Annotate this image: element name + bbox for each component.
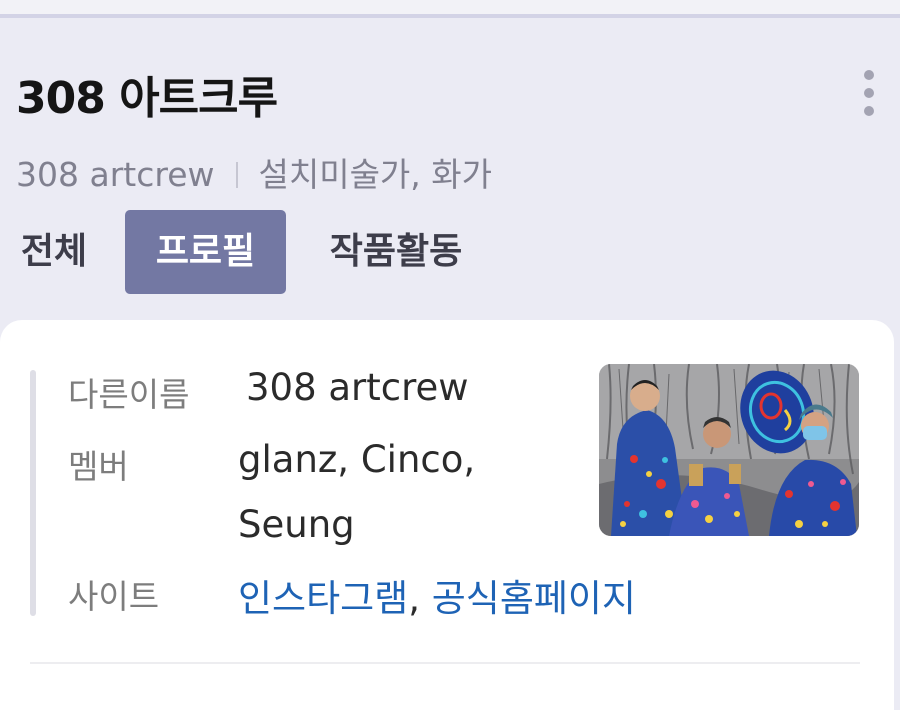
members-label: 멤버 — [68, 447, 129, 486]
members-value-line1: glanz, Cinco, — [238, 438, 476, 481]
members-value-line2: Seung — [238, 503, 355, 546]
page-title: 308 아트크루 — [16, 73, 278, 124]
subtitle-role: 설치미술가, 화가 — [258, 155, 492, 194]
subtitle: 308 artcrew 설치미술가, 화가 — [16, 148, 492, 196]
subtitle-separator — [236, 162, 239, 188]
info-side-bar — [30, 370, 36, 616]
top-divider — [0, 14, 900, 18]
top-edge — [0, 0, 900, 14]
subtitle-name: 308 artcrew — [16, 155, 215, 194]
link-separator: , — [408, 577, 420, 620]
tab-all[interactable]: 전체 — [10, 210, 98, 294]
site-label: 사이트 — [68, 577, 160, 616]
section-divider — [30, 662, 860, 664]
homepage-link[interactable]: 공식홈페이지 — [432, 577, 636, 620]
group-photo-illustration — [599, 364, 859, 536]
alias-value: 308 artcrew — [246, 366, 469, 409]
tab-profile[interactable]: 프로필 — [125, 210, 286, 294]
group-photo[interactable] — [599, 364, 859, 536]
alias-label: 다른이름 — [68, 375, 190, 414]
tab-bar: 전체 프로필 작품활동 — [0, 210, 900, 294]
site-links: 인스타그램, 공식홈페이지 — [238, 568, 636, 622]
tab-works[interactable]: 작품활동 — [314, 210, 478, 294]
instagram-link[interactable]: 인스타그램 — [238, 577, 408, 620]
more-vertical-icon[interactable] — [848, 64, 888, 124]
